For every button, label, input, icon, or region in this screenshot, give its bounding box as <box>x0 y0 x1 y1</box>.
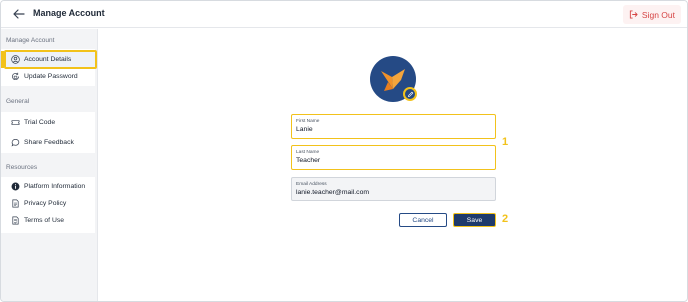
top-bar: Manage Account Sign Out <box>1 1 687 28</box>
menu-group-manage-account: Account Details Update Password <box>1 49 95 86</box>
last-name-input[interactable] <box>296 157 486 164</box>
logout-icon <box>629 10 638 19</box>
last-name-field[interactable]: Last Name <box>291 145 496 170</box>
ticket-icon <box>11 120 20 125</box>
save-button[interactable]: Save <box>453 213 496 227</box>
sidebar-item-privacy-policy[interactable]: Privacy Policy <box>1 195 95 212</box>
sidebar-item-update-password[interactable]: Update Password <box>1 68 95 85</box>
sidebar-item-label: Share Feedback <box>24 139 74 146</box>
lock-refresh-icon <box>11 72 20 80</box>
sidebar-item-label: Platform Information <box>24 183 86 190</box>
info-icon <box>11 182 20 191</box>
sidebar-item-platform-information[interactable]: Platform Information <box>1 178 95 195</box>
section-label-manage-account: Manage Account <box>6 37 55 44</box>
sidebar-item-label: Account Details <box>24 56 72 63</box>
first-name-field[interactable]: First Name <box>291 114 496 139</box>
sidebar-item-label: Trial Code <box>24 119 56 126</box>
menu-group-resources: Platform Information Privacy Policy Term… <box>1 177 95 233</box>
email-value: lanie.teacher@mail.com <box>296 189 370 196</box>
document-check-icon <box>12 216 19 225</box>
menu-group-general: Trial Code Share Feedback <box>1 112 95 153</box>
sign-out-label: Sign Out <box>641 9 675 20</box>
sign-out-button[interactable]: Sign Out <box>622 5 681 24</box>
section-label-resources: Resources <box>6 164 38 171</box>
sidebar-item-trial-code[interactable]: Trial Code <box>1 114 95 131</box>
first-name-label: First Name <box>296 119 320 124</box>
arrow-left-icon <box>13 9 25 19</box>
active-indicator <box>1 51 4 68</box>
callout-number-2: 2 <box>502 213 509 225</box>
sidebar-item-share-feedback[interactable]: Share Feedback <box>1 134 95 151</box>
sidebar-item-label: Update Password <box>24 73 78 80</box>
page-title: Manage Account <box>33 8 105 18</box>
sidebar-item-terms-of-use[interactable]: Terms of Use <box>1 212 95 229</box>
document-icon <box>12 199 19 208</box>
last-name-label: Last Name <box>296 150 320 155</box>
avatar-edit-button[interactable] <box>403 87 417 101</box>
user-circle-icon <box>11 55 20 64</box>
chat-bubble-icon <box>11 139 20 147</box>
sidebar-item-label: Privacy Policy <box>24 200 67 207</box>
first-name-input[interactable] <box>296 126 486 133</box>
app-window: Manage Account Sign Out Manage Account A… <box>0 0 688 302</box>
sidebar-item-account-details[interactable]: Account Details <box>1 51 95 68</box>
callout-number-1: 1 <box>502 136 509 148</box>
email-field: Email Address lanie.teacher@mail.com <box>291 177 496 201</box>
section-label-general: General <box>6 98 30 105</box>
cancel-button[interactable]: Cancel <box>399 213 447 227</box>
sidebar: Manage Account Account Details Update Pa… <box>1 29 98 301</box>
back-button[interactable] <box>11 7 27 21</box>
sidebar-item-label: Terms of Use <box>24 217 65 224</box>
email-label: Email Address <box>296 182 327 187</box>
pencil-icon <box>407 91 413 97</box>
